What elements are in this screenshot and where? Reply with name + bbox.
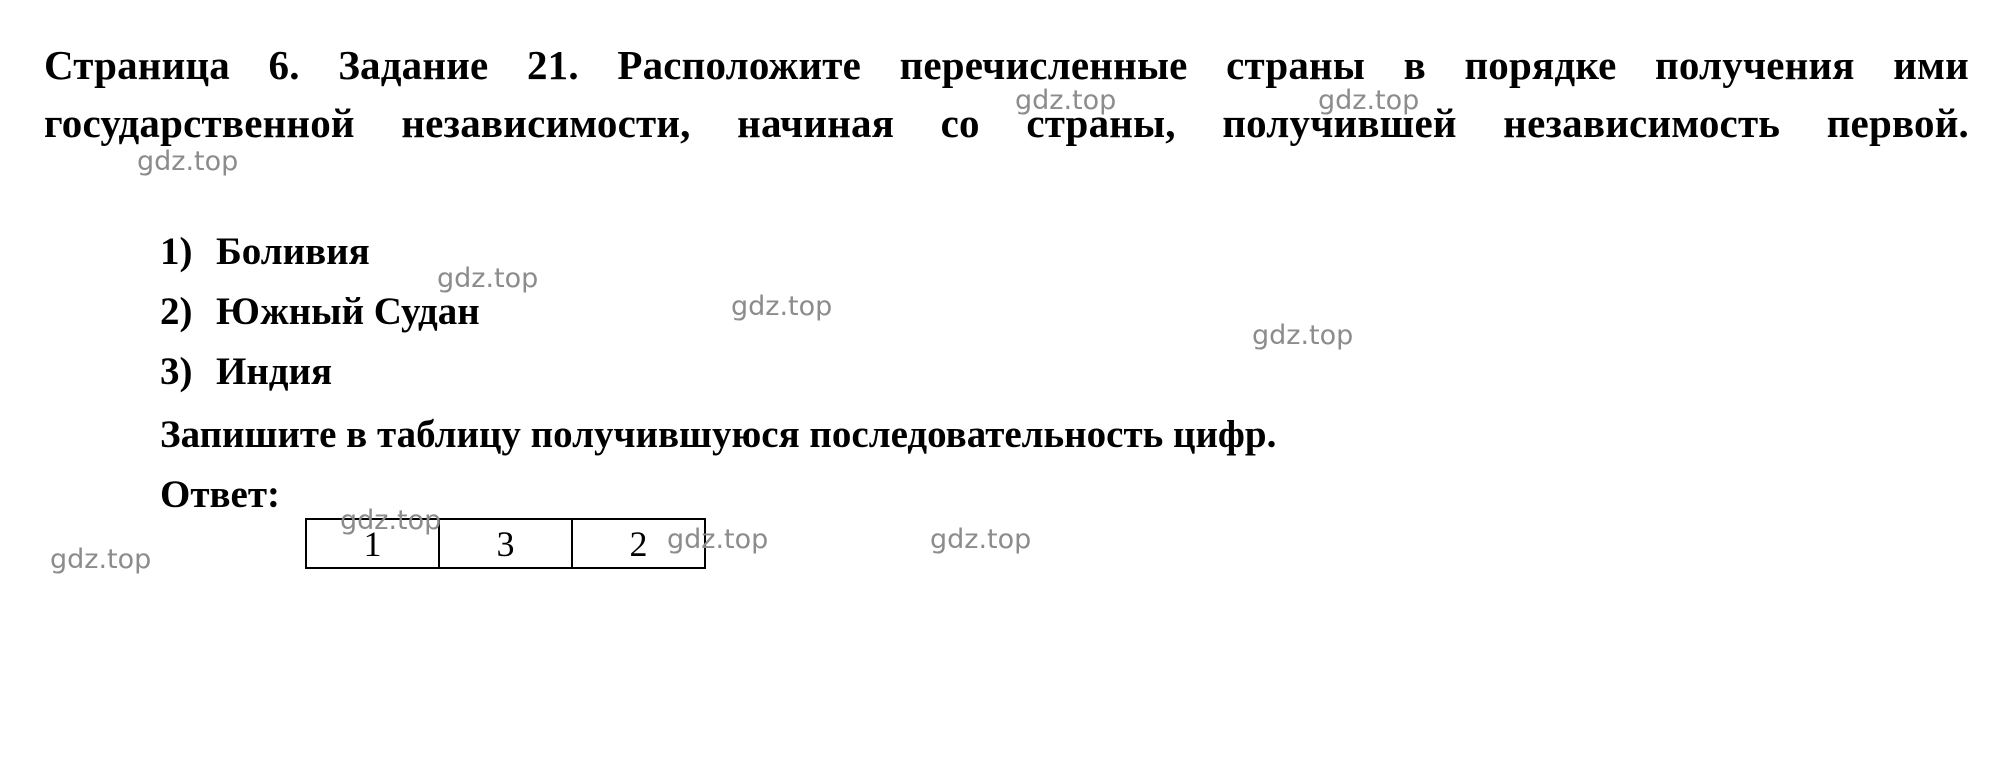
watermark: gdz.top: [50, 544, 152, 575]
watermark: gdz.top: [930, 524, 1032, 555]
option-label: Боливия: [216, 230, 370, 273]
watermark: gdz.top: [340, 505, 442, 536]
option-number: 1): [160, 230, 193, 273]
options-list: 1) Боливия 2) Южный Судан 3) Индия: [160, 222, 1160, 402]
task-paragraph: Страница 6. Задание 21. Расположите пере…: [44, 36, 1969, 210]
watermark: gdz.top: [437, 263, 539, 294]
watermark: gdz.top: [731, 291, 833, 322]
option-number: 3): [160, 350, 193, 393]
answer-cell-2[interactable]: 3: [438, 518, 573, 569]
instruction-text: Запишите в таблицу получившуюся последов…: [160, 413, 1277, 456]
document-page: Страница 6. Задание 21. Расположите пере…: [0, 0, 2011, 783]
task-paragraph-text: Страница 6. Задание 21. Расположите пере…: [44, 42, 1969, 146]
answer-label: Ответ:: [160, 473, 281, 516]
list-item: 2) Южный Судан: [160, 282, 1160, 342]
option-label: Южный Судан: [216, 290, 480, 333]
list-item: 3) Индия: [160, 342, 1160, 402]
watermark: gdz.top: [1015, 85, 1117, 116]
watermark: gdz.top: [137, 146, 239, 177]
option-label: Индия: [216, 350, 333, 393]
option-number: 2): [160, 290, 193, 333]
list-item: 1) Боливия: [160, 222, 1160, 282]
watermark: gdz.top: [1318, 85, 1420, 116]
watermark: gdz.top: [667, 524, 769, 555]
watermark: gdz.top: [1252, 320, 1354, 351]
